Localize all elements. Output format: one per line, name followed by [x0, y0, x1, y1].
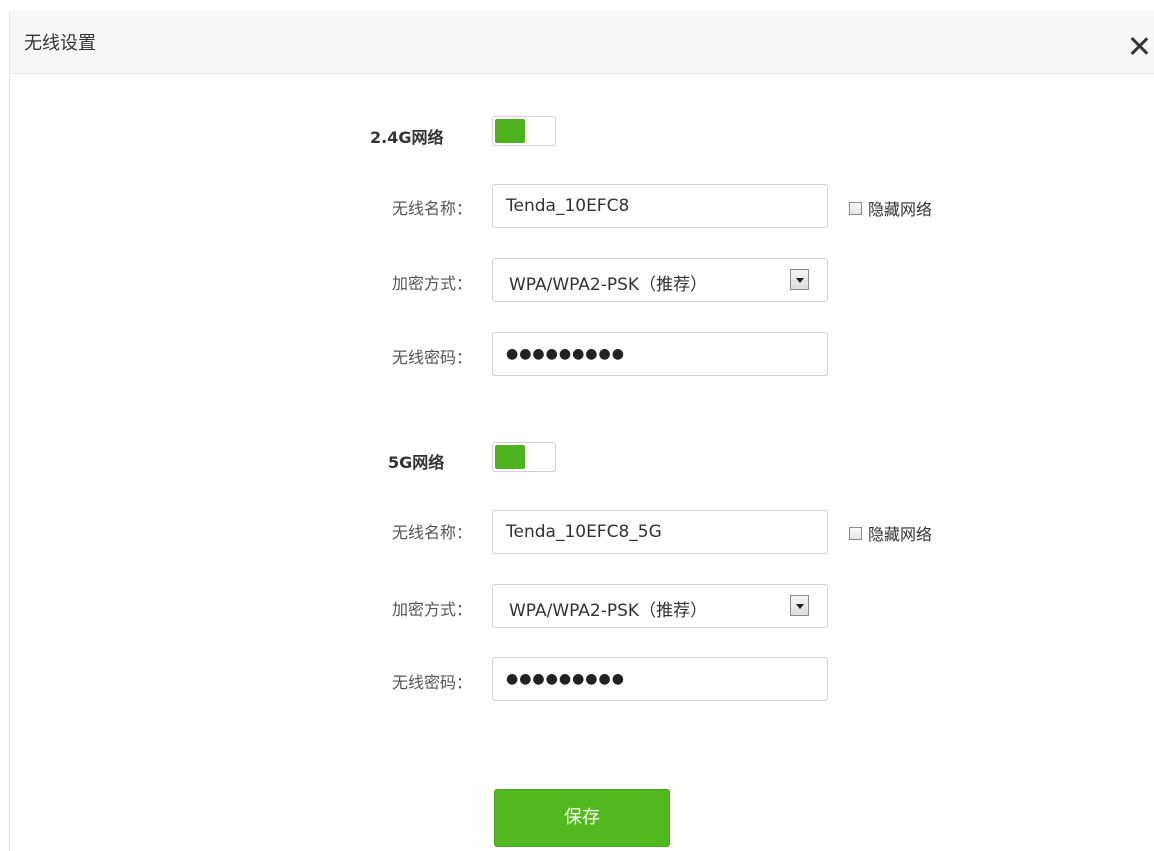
security-5g-select[interactable]: WPA/WPA2-PSK（推荐）	[492, 584, 828, 628]
ssid-5g-input[interactable]: Tenda_10EFC8_5G	[492, 510, 828, 554]
password-24g-input[interactable]: ●●●●●●●●●	[492, 332, 828, 376]
band-5g-label: 5G网络	[388, 453, 445, 472]
dialog-header: 无线设置	[10, 11, 1154, 74]
hide-network-24g[interactable]: 隐藏网络	[849, 196, 932, 220]
hide-network-24g-label: 隐藏网络	[868, 200, 933, 219]
ssid-24g-input[interactable]: Tenda_10EFC8	[492, 184, 828, 228]
security-24g-value: WPA/WPA2-PSK（推荐）	[509, 275, 708, 295]
security-5g-label: 加密方式：	[391, 600, 472, 619]
chevron-down-icon[interactable]	[790, 595, 809, 616]
wireless-settings-dialog: 无线设置	[9, 11, 1154, 851]
password-24g-label: 无线密码：	[391, 348, 472, 367]
security-5g-value: WPA/WPA2-PSK（推荐）	[509, 601, 708, 621]
hide-network-5g[interactable]: 隐藏网络	[849, 521, 932, 545]
security-24g-label: 加密方式：	[391, 274, 472, 293]
ssid-24g-label: 无线名称：	[391, 199, 472, 218]
hide-network-5g-label: 隐藏网络	[868, 525, 933, 544]
band-5g-toggle[interactable]	[492, 442, 556, 472]
dialog-title: 无线设置	[24, 33, 96, 54]
save-button[interactable]: 保存	[494, 789, 670, 847]
security-24g-select[interactable]: WPA/WPA2-PSK（推荐）	[492, 258, 828, 302]
close-icon[interactable]	[1128, 35, 1150, 57]
hide-network-24g-checkbox[interactable]	[849, 201, 862, 215]
toggle-on-indicator	[495, 445, 525, 469]
band-24g-label: 2.4G网络	[370, 128, 444, 147]
chevron-down-icon[interactable]	[790, 269, 809, 290]
password-5g-label: 无线密码：	[391, 673, 472, 692]
hide-network-5g-checkbox[interactable]	[849, 526, 862, 540]
ssid-5g-label: 无线名称：	[391, 523, 472, 542]
toggle-on-indicator	[495, 119, 525, 143]
band-24g-toggle[interactable]	[492, 116, 556, 146]
password-5g-input[interactable]: ●●●●●●●●●	[492, 657, 828, 701]
